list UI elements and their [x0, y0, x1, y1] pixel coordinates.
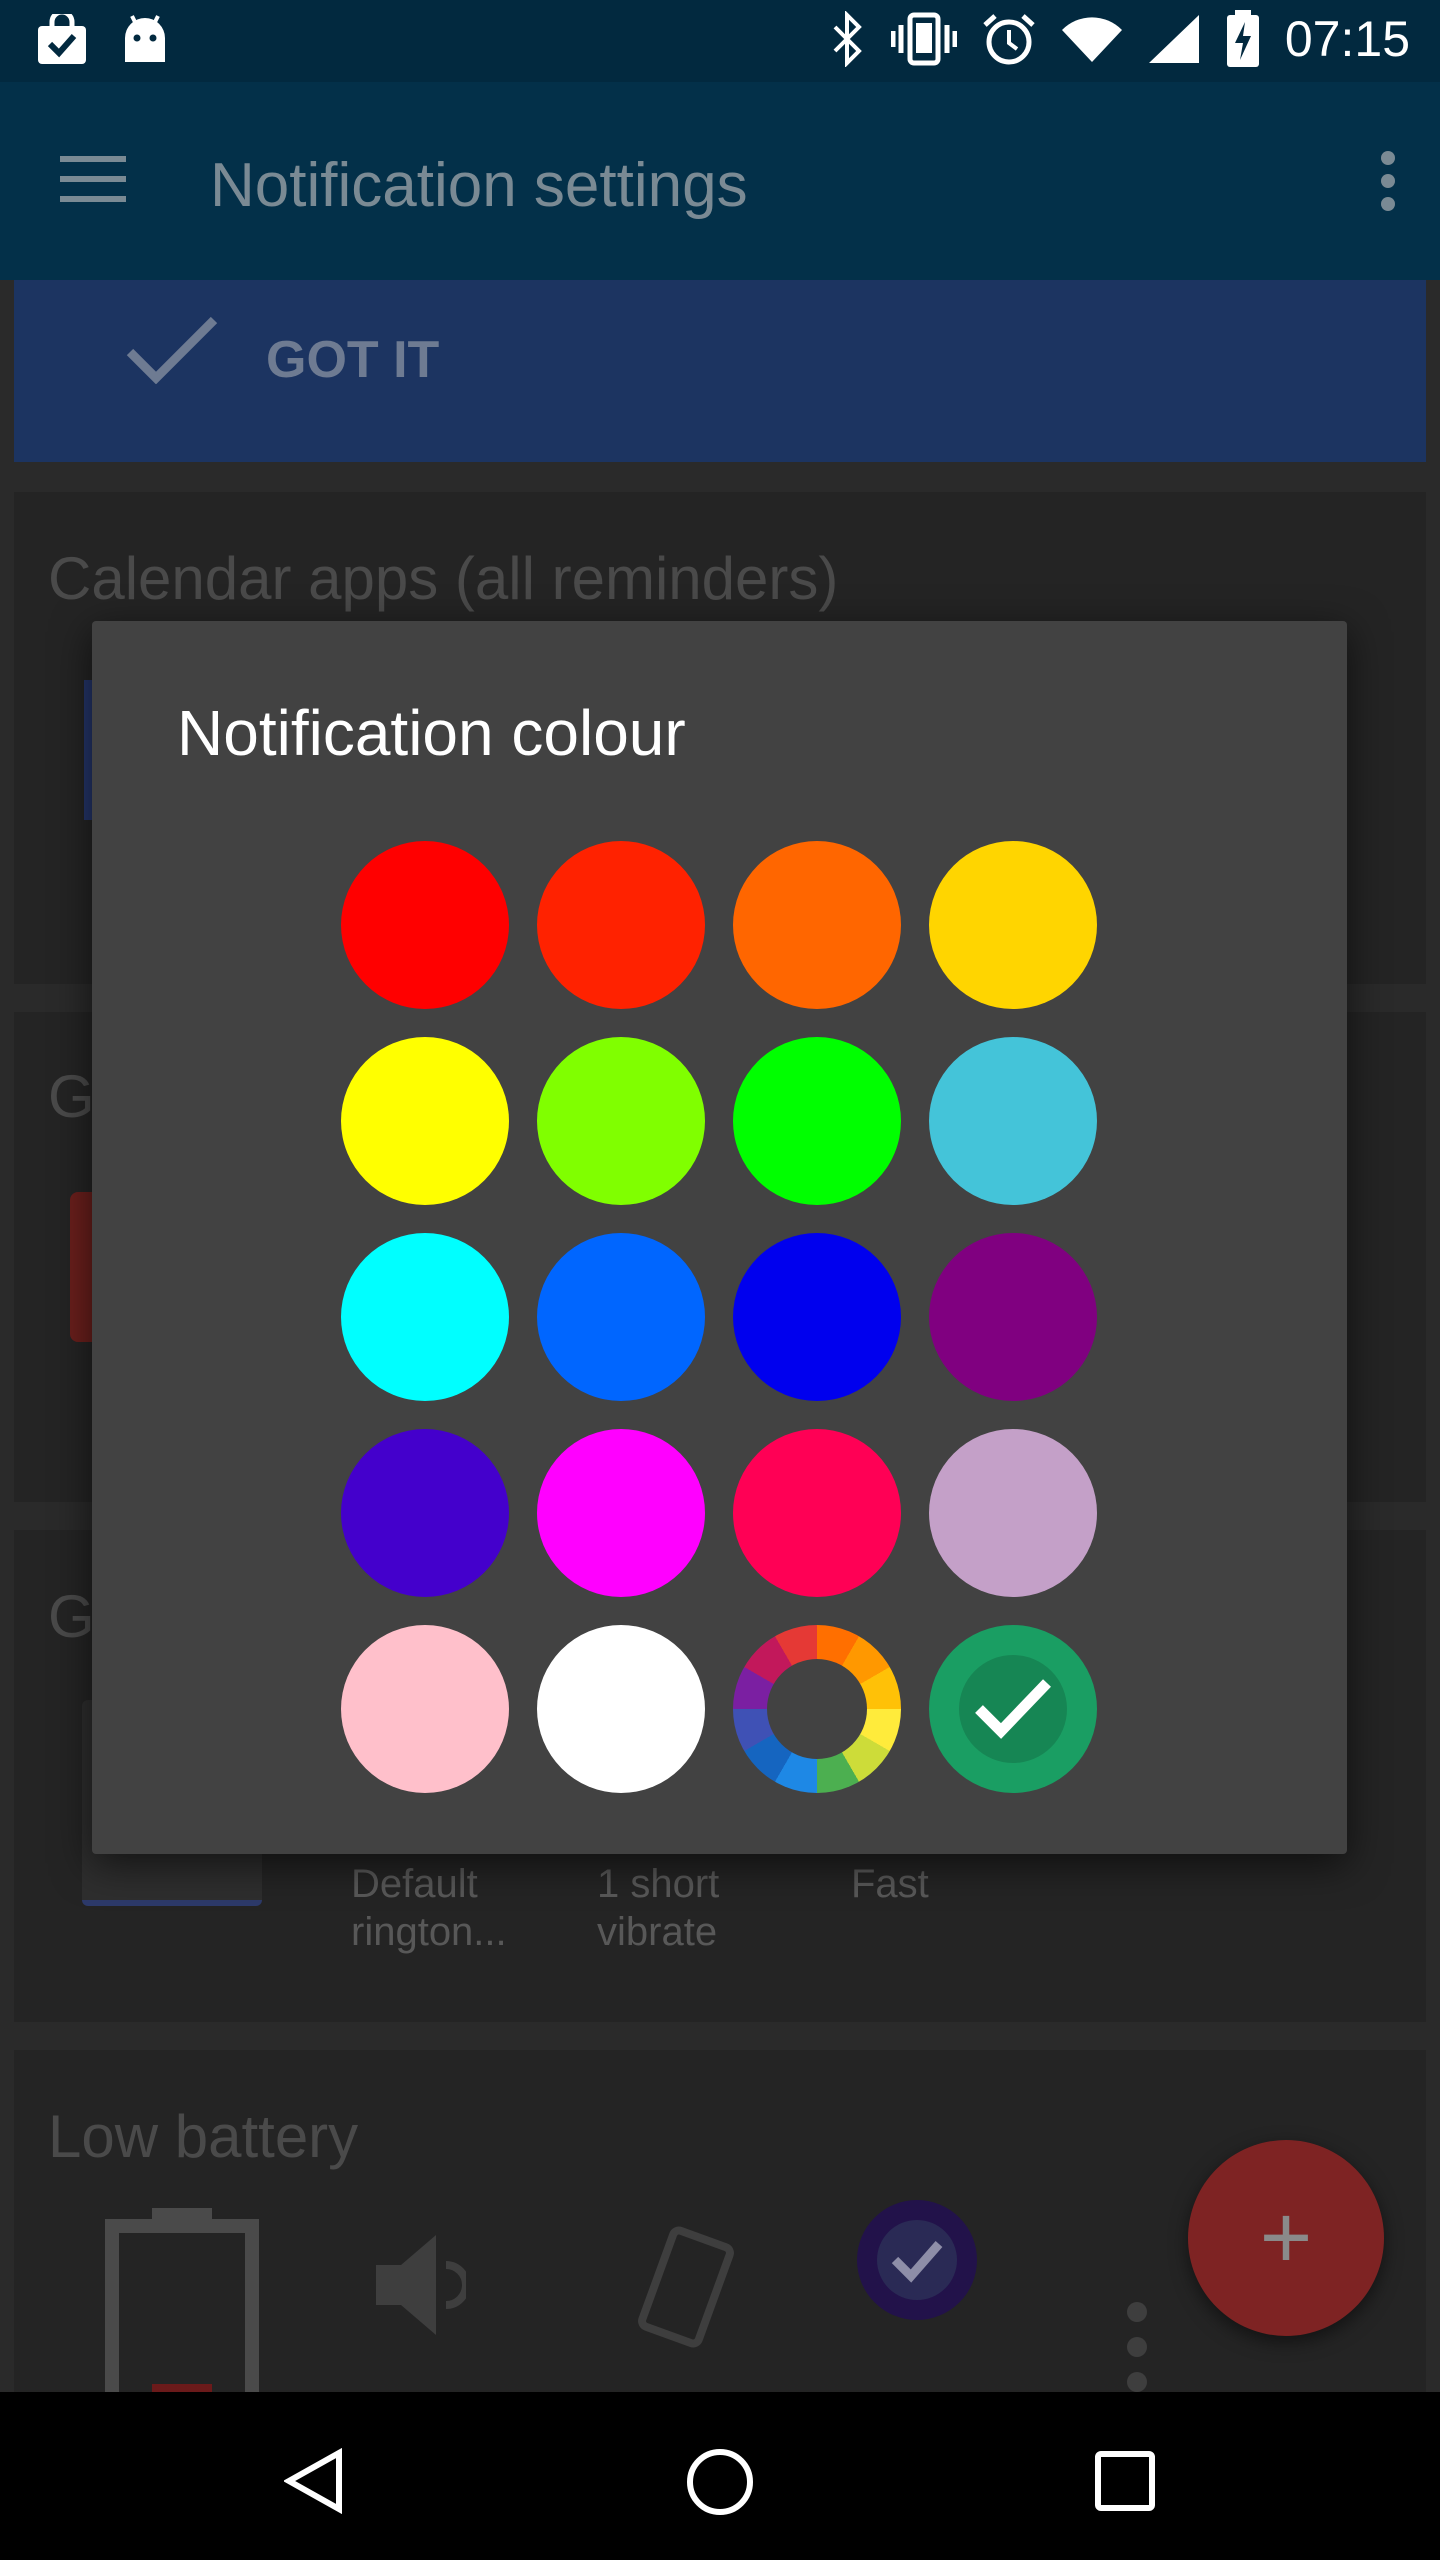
- dialog-title: Notification colour: [177, 697, 686, 769]
- got-it-banner[interactable]: GOT IT: [14, 280, 1426, 462]
- color-swatch[interactable]: [341, 1233, 509, 1401]
- color-swatch[interactable]: [929, 841, 1097, 1009]
- color-swatch[interactable]: [537, 1233, 705, 1401]
- selected-check-icon: [975, 1679, 1051, 1739]
- signal-icon: [1148, 15, 1199, 63]
- ringtone-label: Default rington...: [351, 1862, 507, 1954]
- speed-label: Fast: [851, 1862, 929, 1906]
- color-swatch[interactable]: [341, 1429, 509, 1597]
- color-swatch[interactable]: [733, 1037, 901, 1205]
- color-swatch[interactable]: [537, 1037, 705, 1205]
- check-circle-icon: [877, 2220, 957, 2300]
- speaker-icon: [376, 2235, 466, 2335]
- shopping-bag-check-icon: [38, 14, 86, 64]
- vibrate-phone-icon: [638, 2226, 734, 2348]
- card-title: Calendar apps (all reminders): [48, 545, 839, 612]
- color-swatch[interactable]: [929, 1037, 1097, 1205]
- back-icon[interactable]: [284, 2448, 344, 2514]
- app-bar: Notification settings: [0, 82, 1440, 280]
- color-swatch-grid: [341, 841, 1097, 1793]
- color-swatch[interactable]: [537, 1429, 705, 1597]
- hamburger-menu-icon[interactable]: [60, 154, 126, 204]
- color-swatch[interactable]: [341, 1625, 509, 1793]
- home-icon[interactable]: [686, 2448, 754, 2516]
- more-vertical-icon[interactable]: [1380, 150, 1396, 212]
- alarm-icon: [983, 14, 1035, 65]
- android-icon: [125, 15, 165, 62]
- wifi-icon: [1061, 17, 1122, 63]
- led-color-indicator[interactable]: [857, 2200, 977, 2320]
- card-title: G: [48, 1063, 95, 1130]
- add-fab-button[interactable]: +: [1188, 2140, 1384, 2336]
- recents-icon[interactable]: [1095, 2451, 1155, 2511]
- color-swatch[interactable]: [537, 1625, 705, 1793]
- color-swatch-selected[interactable]: [929, 1625, 1097, 1793]
- color-swatch[interactable]: [929, 1233, 1097, 1401]
- notification-colour-dialog: Notification colour: [92, 621, 1347, 1854]
- vibrate-label: 1 short vibrate: [597, 1862, 720, 1954]
- card-app-icon: [70, 1192, 94, 1342]
- page-title: Notification settings: [210, 151, 748, 220]
- color-swatch[interactable]: [341, 1037, 509, 1205]
- color-swatch[interactable]: [537, 841, 705, 1009]
- battery-charging-icon: [1226, 10, 1259, 67]
- more-vertical-icon[interactable]: [1126, 2302, 1148, 2392]
- bluetooth-icon: [833, 11, 862, 67]
- vibrate-icon: [890, 12, 957, 66]
- card-title: Low battery: [48, 2103, 359, 2170]
- color-wheel-center: [767, 1659, 867, 1759]
- status-time: 07:15: [1284, 11, 1410, 67]
- color-swatch[interactable]: [341, 841, 509, 1009]
- status-bar: 07:15: [0, 0, 1440, 82]
- color-swatch[interactable]: [929, 1429, 1097, 1597]
- color-swatch[interactable]: [733, 1429, 901, 1597]
- got-it-button[interactable]: GOT IT: [266, 330, 439, 390]
- battery-icon: [105, 2208, 259, 2392]
- custom-color-wheel-swatch[interactable]: [733, 1625, 901, 1793]
- navigation-bar: [0, 2392, 1440, 2560]
- card-title: G: [48, 1583, 95, 1650]
- plus-icon: +: [1259, 2188, 1313, 2288]
- check-icon: [126, 316, 218, 384]
- color-swatch[interactable]: [733, 1233, 901, 1401]
- color-swatch[interactable]: [733, 841, 901, 1009]
